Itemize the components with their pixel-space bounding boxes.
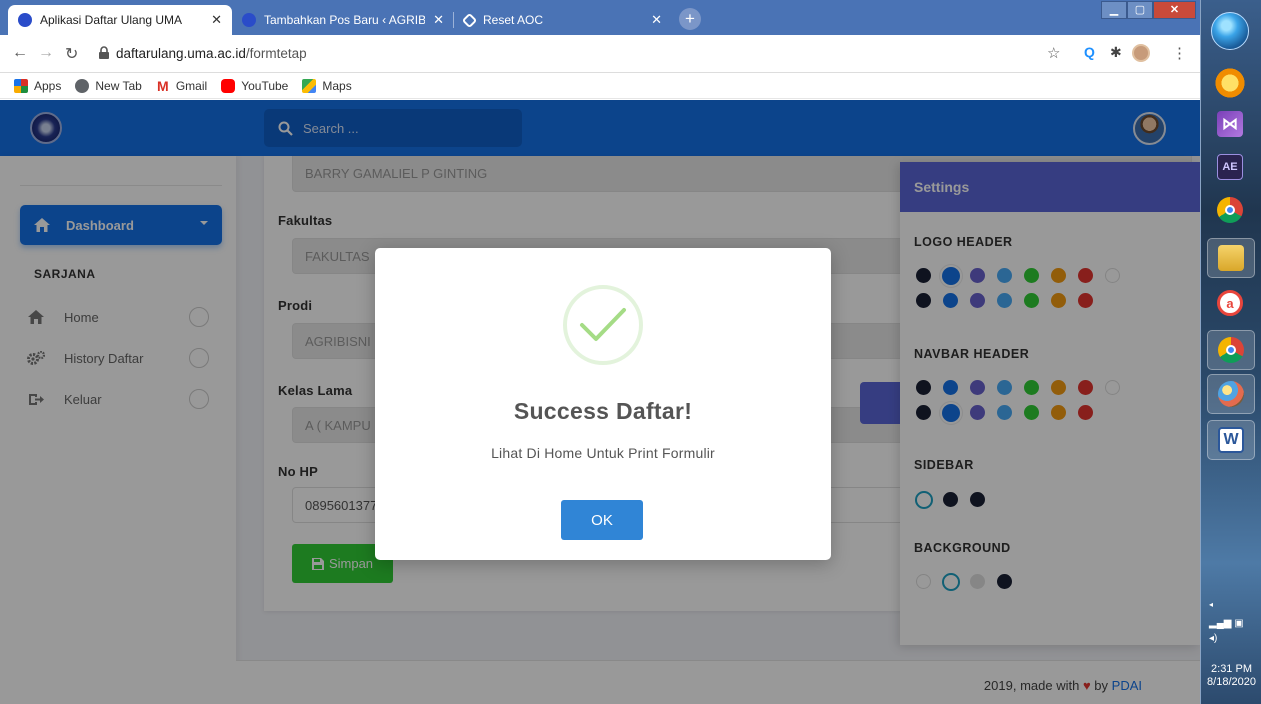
close-icon[interactable]: ✕	[433, 12, 444, 28]
windows-taskbar: ⋈ AE a W ◂ ▂▄▆ ▣ ◂) 2:31 PM 8/18/2020	[1200, 0, 1261, 704]
lock-icon	[99, 46, 109, 59]
dialog-title: Success Daftar!	[513, 398, 693, 424]
bookmark-label: New Tab	[95, 78, 142, 93]
tab-reset-aoc[interactable]: Reset AOC ✕	[454, 5, 672, 35]
taskbar-app-orange-icon[interactable]	[1213, 66, 1247, 100]
menu-dots-icon[interactable]: ⋮	[1172, 44, 1187, 62]
clock-date: 8/18/2020	[1207, 676, 1256, 688]
web-page: Dashboard SARJANA Home History Daftar Ke…	[0, 100, 1200, 704]
maps-icon	[302, 78, 317, 93]
new-tab-button[interactable]: +	[679, 8, 701, 30]
paint-palette-icon	[1218, 381, 1244, 407]
minimize-button[interactable]: ▁	[1101, 1, 1127, 19]
codesandbox-favicon-icon	[461, 12, 478, 28]
bookmark-star-icon[interactable]: ☆	[1047, 44, 1060, 62]
taskbar-app-paint-icon[interactable]	[1207, 374, 1255, 414]
ok-button[interactable]: OK	[561, 500, 643, 540]
red-a-icon: a	[1217, 290, 1243, 316]
bookmark-label: Gmail	[175, 78, 208, 93]
url-domain: daftarulang.uma.ac.id	[116, 45, 246, 61]
dialog-message: Lihat Di Home Untuk Print Formulir	[491, 445, 715, 461]
tab-title: Reset AOC	[483, 13, 544, 27]
uma-favicon-icon	[242, 13, 256, 27]
clock[interactable]: 2:31 PM 8/18/2020	[1201, 663, 1261, 689]
clock-time: 2:31 PM	[1211, 663, 1252, 675]
tab-tambahkan-pos[interactable]: Tambahkan Pos Baru ‹ AGRIBISNIS ✕	[232, 5, 454, 35]
forward-arrow-icon[interactable]: →	[38, 44, 54, 62]
window-controls: ▁ ▢ ✕	[1101, 1, 1196, 19]
close-icon[interactable]: ✕	[211, 12, 222, 28]
extension-q-icon[interactable]: Q	[1084, 44, 1102, 62]
taskbar-app-chrome-icon[interactable]	[1213, 193, 1247, 227]
bookmark-apps[interactable]: Apps	[14, 78, 62, 93]
taskbar-app-word-icon[interactable]: W	[1207, 420, 1255, 460]
browser-window: Aplikasi Daftar Ulang UMA ✕ Tambahkan Po…	[0, 0, 1200, 704]
tab-strip: Aplikasi Daftar Ulang UMA ✕ Tambahkan Po…	[0, 0, 1200, 35]
success-check-icon	[563, 285, 643, 365]
profile-avatar[interactable]	[1132, 44, 1150, 62]
volume-icon[interactable]: ◂)	[1209, 633, 1217, 644]
taskbar-app-visual-studio-icon[interactable]: ⋈	[1213, 107, 1247, 141]
tab-title: Tambahkan Pos Baru ‹ AGRIBISNIS	[264, 13, 426, 27]
tab-aplikasi[interactable]: Aplikasi Daftar Ulang UMA ✕	[8, 5, 232, 35]
uma-favicon-icon	[18, 13, 32, 27]
bookmark-youtube[interactable]: YouTube	[221, 78, 289, 93]
taskbar-app-chrome-active-icon[interactable]	[1207, 330, 1255, 370]
success-dialog: Success Daftar! Lihat Di Home Untuk Prin…	[375, 248, 831, 560]
gmail-icon: M	[157, 77, 169, 94]
bookmarks-bar: Apps New Tab M Gmail YouTube Maps	[0, 73, 1200, 99]
maximize-button[interactable]: ▢	[1127, 1, 1153, 19]
browser-toolbar: ← → ↻ daftarulang.uma.ac.id/formtetap ☆ …	[0, 35, 1200, 73]
word-icon: W	[1218, 427, 1244, 453]
network-signal-icon[interactable]: ▂▄▆ ▣	[1209, 618, 1244, 629]
after-effects-icon: AE	[1217, 154, 1243, 180]
address-bar[interactable]: daftarulang.uma.ac.id/formtetap	[92, 40, 992, 66]
youtube-icon	[221, 78, 236, 93]
bookmark-maps[interactable]: Maps	[302, 78, 352, 93]
taskbar-app-file-explorer-icon[interactable]	[1207, 238, 1255, 278]
apps-grid-icon	[14, 78, 28, 93]
tray-expand-icon[interactable]: ◂	[1209, 600, 1213, 609]
modal-overlay[interactable]: Success Daftar! Lihat Di Home Untuk Prin…	[0, 100, 1200, 704]
visual-studio-icon: ⋈	[1217, 111, 1243, 137]
tab-title: Aplikasi Daftar Ulang UMA	[40, 13, 183, 27]
url-path: /formtetap	[245, 45, 307, 61]
folder-icon	[1218, 245, 1244, 271]
back-arrow-icon[interactable]: ←	[12, 44, 28, 62]
start-button[interactable]	[1211, 12, 1249, 50]
bookmark-label: Apps	[34, 78, 62, 93]
taskbar-app-red-circle-icon[interactable]: a	[1213, 286, 1247, 320]
bookmark-gmail[interactable]: M Gmail	[156, 79, 207, 93]
bookmark-label: Maps	[322, 78, 352, 93]
bookmark-label: YouTube	[241, 78, 289, 93]
chrome-icon	[1218, 337, 1244, 363]
taskbar-app-after-effects-icon[interactable]: AE	[1213, 150, 1247, 184]
chrome-icon	[1217, 197, 1243, 223]
extensions-puzzle-icon[interactable]: ✱	[1110, 44, 1128, 62]
close-icon[interactable]: ✕	[651, 12, 662, 28]
close-window-button[interactable]: ✕	[1153, 1, 1196, 19]
globe-icon	[75, 78, 90, 93]
reload-icon[interactable]: ↻	[65, 44, 78, 64]
bookmark-new-tab[interactable]: New Tab	[75, 78, 142, 93]
